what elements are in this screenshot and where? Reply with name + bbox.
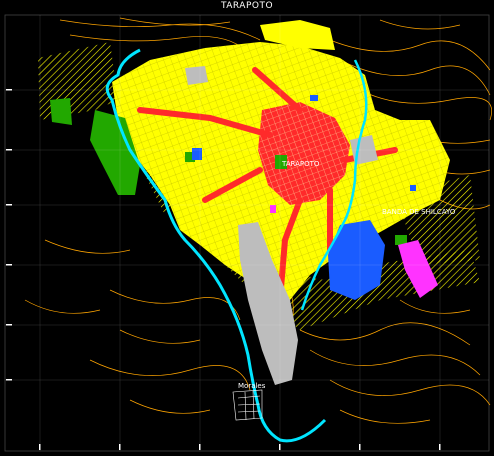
label-tarapoto: TARAPOTO [281, 160, 320, 168]
map-canvas[interactable]: TARAPOTO BANDA DE SHILCAYO Morales [0, 0, 494, 456]
label-banda-de-shilcayo: BANDA DE SHILCAYO [382, 208, 456, 216]
label-morales: Morales [238, 382, 266, 390]
grey-block [185, 66, 208, 85]
industrial-block [270, 205, 276, 213]
